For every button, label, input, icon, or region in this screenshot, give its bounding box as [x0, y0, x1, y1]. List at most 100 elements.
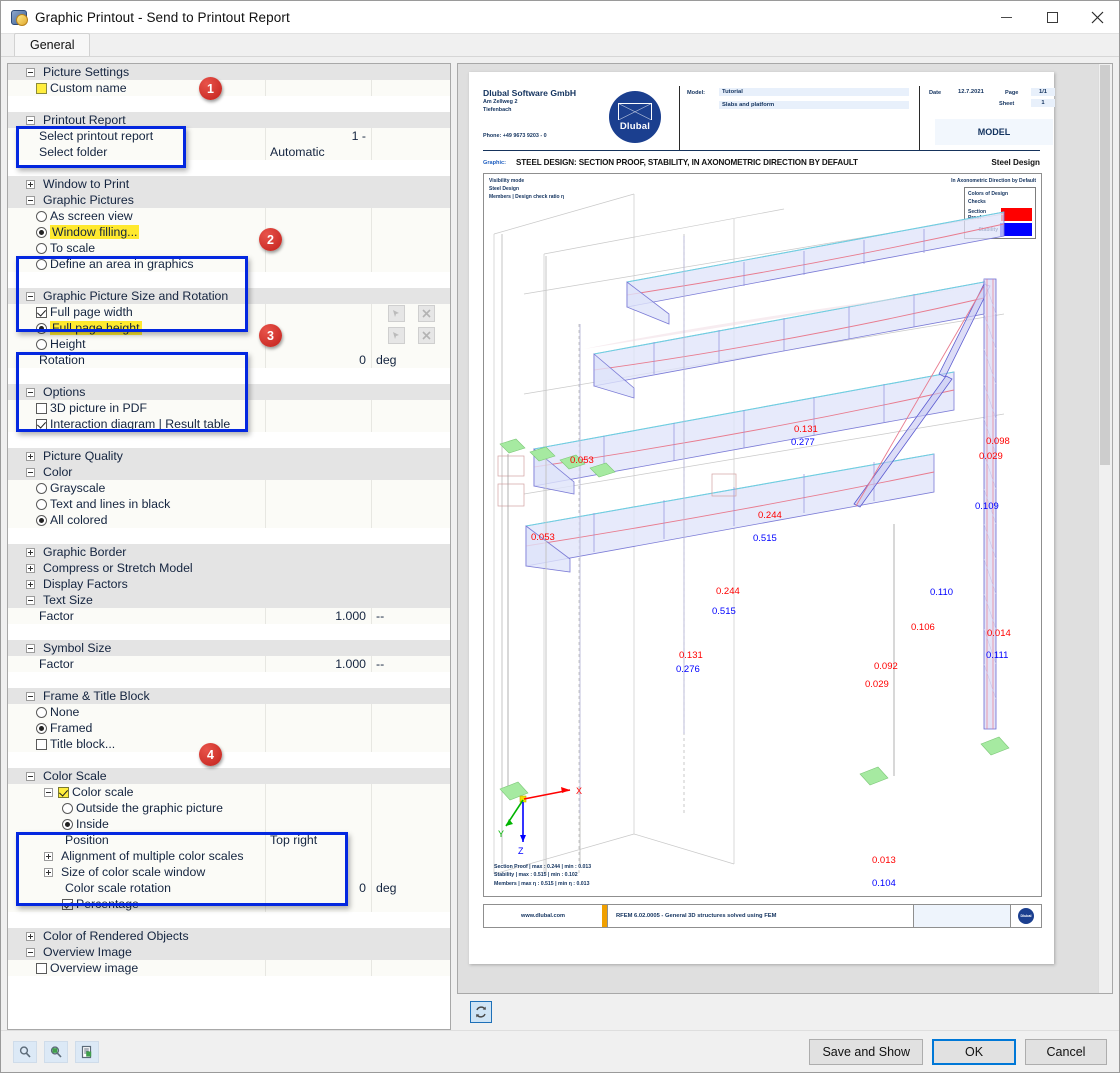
- property-value-cell[interactable]: Top right: [266, 832, 372, 848]
- collapse-icon[interactable]: [26, 771, 35, 781]
- property-value-cell[interactable]: [266, 256, 372, 272]
- radio-unselected[interactable]: [36, 210, 47, 222]
- property-row[interactable]: All colored: [8, 512, 450, 528]
- property-row[interactable]: Text and lines in black: [8, 496, 450, 512]
- group-row[interactable]: Overview Image: [8, 944, 450, 960]
- property-row[interactable]: Outside the graphic picture: [8, 800, 450, 816]
- property-value-cell[interactable]: [266, 944, 372, 960]
- property-row[interactable]: Alignment of multiple color scales: [8, 848, 450, 864]
- radio-unselected[interactable]: [36, 482, 47, 494]
- group-row[interactable]: Compress or Stretch Model: [8, 560, 450, 576]
- property-value-cell[interactable]: [266, 736, 372, 752]
- group-row[interactable]: Color: [8, 464, 450, 480]
- group-row[interactable]: Picture Quality: [8, 448, 450, 464]
- group-row[interactable]: Printout Report: [8, 112, 450, 128]
- property-value-cell[interactable]: [266, 384, 372, 400]
- checkbox-unchecked[interactable]: [36, 962, 47, 974]
- property-value-cell[interactable]: 1.000: [266, 656, 372, 672]
- property-value-cell[interactable]: [266, 864, 372, 880]
- property-row[interactable]: Title block...: [8, 736, 450, 752]
- property-value-cell[interactable]: [266, 176, 372, 192]
- property-value-cell[interactable]: [266, 720, 372, 736]
- expand-icon[interactable]: [44, 851, 53, 861]
- property-row[interactable]: Position Top right: [8, 832, 450, 848]
- property-row[interactable]: Select folder Automatic: [8, 144, 450, 160]
- property-value-cell[interactable]: [266, 288, 372, 304]
- property-value-cell[interactable]: [266, 336, 372, 352]
- radio-unselected[interactable]: [36, 706, 47, 718]
- property-row[interactable]: 3D picture in PDF: [8, 400, 450, 416]
- save-report-button[interactable]: [75, 1040, 99, 1063]
- collapse-icon[interactable]: [26, 947, 35, 957]
- property-value-cell[interactable]: [266, 848, 372, 864]
- property-value-cell[interactable]: [266, 896, 372, 912]
- property-row[interactable]: Interaction diagram | Result table: [8, 416, 450, 432]
- group-row[interactable]: Display Factors: [8, 576, 450, 592]
- checkbox-unchecked[interactable]: [36, 738, 47, 750]
- property-row[interactable]: None: [8, 704, 450, 720]
- group-row[interactable]: Graphic Border: [8, 544, 450, 560]
- property-value-cell[interactable]: [266, 560, 372, 576]
- color-swatch[interactable]: [36, 82, 47, 94]
- collapse-icon[interactable]: [26, 67, 35, 77]
- property-value-cell[interactable]: [266, 400, 372, 416]
- property-row[interactable]: Rotation 0 deg: [8, 352, 450, 368]
- group-row[interactable]: Symbol Size: [8, 640, 450, 656]
- group-row[interactable]: Color Scale: [8, 768, 450, 784]
- collapse-icon[interactable]: [26, 467, 35, 477]
- expand-icon[interactable]: [44, 867, 53, 877]
- property-row[interactable]: Inside: [8, 816, 450, 832]
- property-row[interactable]: To scale: [8, 240, 450, 256]
- tab-general[interactable]: General: [14, 33, 91, 56]
- property-row[interactable]: Custom name: [8, 80, 450, 96]
- property-value-cell[interactable]: [266, 576, 372, 592]
- collapse-icon[interactable]: [26, 595, 35, 605]
- property-row[interactable]: Percentage: [8, 896, 450, 912]
- collapse-icon[interactable]: [26, 691, 35, 701]
- group-row[interactable]: Window to Print: [8, 176, 450, 192]
- property-value-cell[interactable]: [266, 816, 372, 832]
- property-value-cell[interactable]: [266, 416, 372, 432]
- radio-unselected[interactable]: [36, 498, 47, 510]
- radio-unselected[interactable]: [36, 338, 47, 350]
- property-value-cell[interactable]: [266, 800, 372, 816]
- property-value-cell[interactable]: [266, 768, 372, 784]
- radio-selected[interactable]: [62, 818, 73, 830]
- property-value-cell[interactable]: [266, 928, 372, 944]
- group-row[interactable]: Text Size: [8, 592, 450, 608]
- group-row[interactable]: Picture Settings: [8, 64, 450, 80]
- minimize-button[interactable]: [983, 1, 1029, 33]
- property-value-cell[interactable]: [266, 464, 372, 480]
- expand-icon[interactable]: [26, 451, 35, 461]
- refresh-preview-button[interactable]: [470, 1001, 492, 1023]
- property-row[interactable]: Color scale rotation 0 deg: [8, 880, 450, 896]
- clear-area-button[interactable]: [418, 327, 435, 344]
- property-value-cell[interactable]: [266, 448, 372, 464]
- group-row[interactable]: Graphic Pictures: [8, 192, 450, 208]
- property-value-cell[interactable]: [266, 192, 372, 208]
- property-value-cell[interactable]: [266, 592, 372, 608]
- property-value-cell[interactable]: 1.000: [266, 608, 372, 624]
- checkbox-checked[interactable]: [62, 898, 73, 910]
- property-value-cell[interactable]: [266, 640, 372, 656]
- scrollbar-thumb[interactable]: [1100, 65, 1110, 465]
- property-row[interactable]: Factor 1.000 --: [8, 656, 450, 672]
- collapse-icon[interactable]: [26, 195, 35, 205]
- find-button[interactable]: [13, 1040, 37, 1063]
- property-row[interactable]: Overview image: [8, 960, 450, 976]
- checkbox-checked[interactable]: [36, 306, 47, 318]
- collapse-icon[interactable]: [26, 115, 35, 125]
- radio-selected[interactable]: [36, 514, 47, 526]
- property-value-cell[interactable]: [266, 80, 372, 96]
- property-value-cell[interactable]: [266, 112, 372, 128]
- expand-icon[interactable]: [26, 179, 35, 189]
- group-row[interactable]: Graphic Picture Size and Rotation: [8, 288, 450, 304]
- property-value-cell[interactable]: [266, 704, 372, 720]
- radio-selected[interactable]: [36, 226, 47, 238]
- property-value-cell[interactable]: [266, 784, 372, 800]
- checkbox-unchecked[interactable]: [36, 402, 47, 414]
- property-value-cell[interactable]: Automatic: [266, 144, 372, 160]
- property-row[interactable]: Height: [8, 336, 450, 352]
- group-row[interactable]: Color of Rendered Objects: [8, 928, 450, 944]
- property-value-cell[interactable]: [266, 304, 372, 320]
